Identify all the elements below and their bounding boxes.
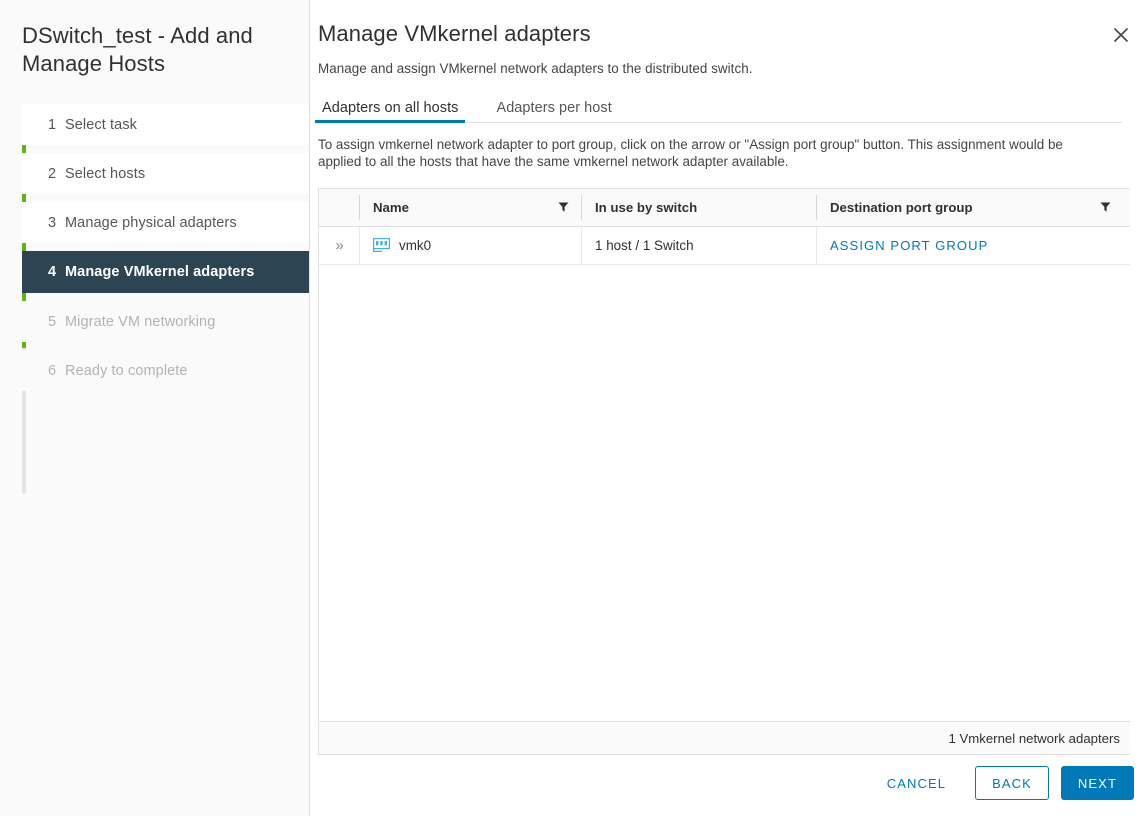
page-title: Manage VMkernel adapters (318, 20, 1122, 48)
column-header-expand (319, 189, 359, 226)
chevron-double-right-icon[interactable]: » (335, 238, 342, 253)
step-label: Manage VMkernel adapters (65, 264, 254, 280)
assign-instructions: To assign vmkernel network adapter to po… (318, 136, 1098, 170)
table-row[interactable]: » (319, 226, 1130, 264)
row-cell-in-use-by-switch: 1 host / 1 Switch (581, 226, 816, 264)
adapter-name: vmk0 (399, 238, 431, 253)
vmkernel-adapter-icon (373, 238, 390, 252)
column-header-in-use-by-switch[interactable]: In use by switch (581, 189, 816, 226)
tab-label: Adapters on all hosts (322, 100, 458, 116)
wizard-steps: 1 Select task 2 Select hosts 3 Manage ph… (0, 104, 309, 391)
step-label: Select task (65, 117, 137, 133)
row-cell-destination-port-group: ASSIGN PORT GROUP (816, 226, 1130, 264)
adapters-grid: Name In use by switch (319, 189, 1130, 265)
step-label: Manage physical adapters (65, 215, 237, 231)
sidebar-step-manage-physical-adapters[interactable]: 3 Manage physical adapters (22, 202, 309, 243)
sidebar-step-select-hosts[interactable]: 2 Select hosts (22, 153, 309, 194)
sidebar-step-manage-vmkernel-adapters[interactable]: 4 Manage VMkernel adapters (22, 251, 309, 293)
step-number: 5 (48, 314, 65, 330)
grid-empty-area (319, 265, 1130, 722)
panel-tabs: Adapters on all hosts Adapters per host (318, 93, 1122, 123)
column-header-destination-port-group[interactable]: Destination port group (816, 189, 1130, 226)
grid-footer: 1 Vmkernel network adapters (319, 721, 1130, 754)
back-button[interactable]: BACK (975, 766, 1049, 800)
step-label: Migrate VM networking (65, 314, 215, 330)
step-number: 6 (48, 363, 65, 379)
filter-icon[interactable] (1100, 202, 1111, 213)
row-expand-cell[interactable]: » (319, 226, 359, 264)
panel-header: Manage VMkernel adapters Manage and assi… (310, 0, 1146, 755)
tab-adapters-per-host[interactable]: Adapters per host (492, 100, 615, 122)
tab-label: Adapters per host (496, 100, 611, 116)
step-label: Ready to complete (65, 363, 188, 379)
wizard-main-panel: Manage VMkernel adapters Manage and assi… (310, 0, 1146, 816)
tab-adapters-on-all-hosts[interactable]: Adapters on all hosts (318, 100, 462, 122)
step-number: 3 (48, 215, 65, 231)
sidebar-step-select-task[interactable]: 1 Select task (22, 104, 309, 145)
step-label: Select hosts (65, 166, 145, 182)
column-header-label: Destination port group (830, 200, 973, 215)
sidebar-step-migrate-vm-networking: 5 Migrate VM networking (22, 301, 309, 342)
column-header-name[interactable]: Name (359, 189, 581, 226)
adapter-count-label: 1 Vmkernel network adapters (948, 731, 1120, 746)
step-number: 2 (48, 166, 65, 182)
cancel-button[interactable]: CANCEL (870, 766, 963, 800)
wizard-sidebar: DSwitch_test - Add and Manage Hosts 1 Se… (0, 0, 310, 816)
add-and-manage-hosts-wizard: DSwitch_test - Add and Manage Hosts 1 Se… (0, 0, 1146, 816)
vmkernel-adapters-table: Name In use by switch (318, 188, 1130, 755)
wizard-title: DSwitch_test - Add and Manage Hosts (0, 0, 309, 78)
next-button[interactable]: NEXT (1061, 766, 1134, 800)
table-header-row: Name In use by switch (319, 189, 1130, 226)
row-cell-name: vmk0 (359, 226, 581, 264)
step-number: 4 (48, 264, 65, 280)
filter-icon[interactable] (558, 202, 569, 213)
assign-port-group-button[interactable]: ASSIGN PORT GROUP (830, 238, 988, 253)
sidebar-step-ready-to-complete: 6 Ready to complete (22, 350, 309, 391)
wizard-action-bar: CANCEL BACK NEXT (870, 766, 1134, 800)
column-header-label: Name (373, 200, 409, 215)
close-icon[interactable] (1108, 22, 1134, 48)
page-subtitle: Manage and assign VMkernel network adapt… (318, 61, 1122, 76)
step-number: 1 (48, 117, 65, 133)
column-header-label: In use by switch (595, 200, 697, 215)
